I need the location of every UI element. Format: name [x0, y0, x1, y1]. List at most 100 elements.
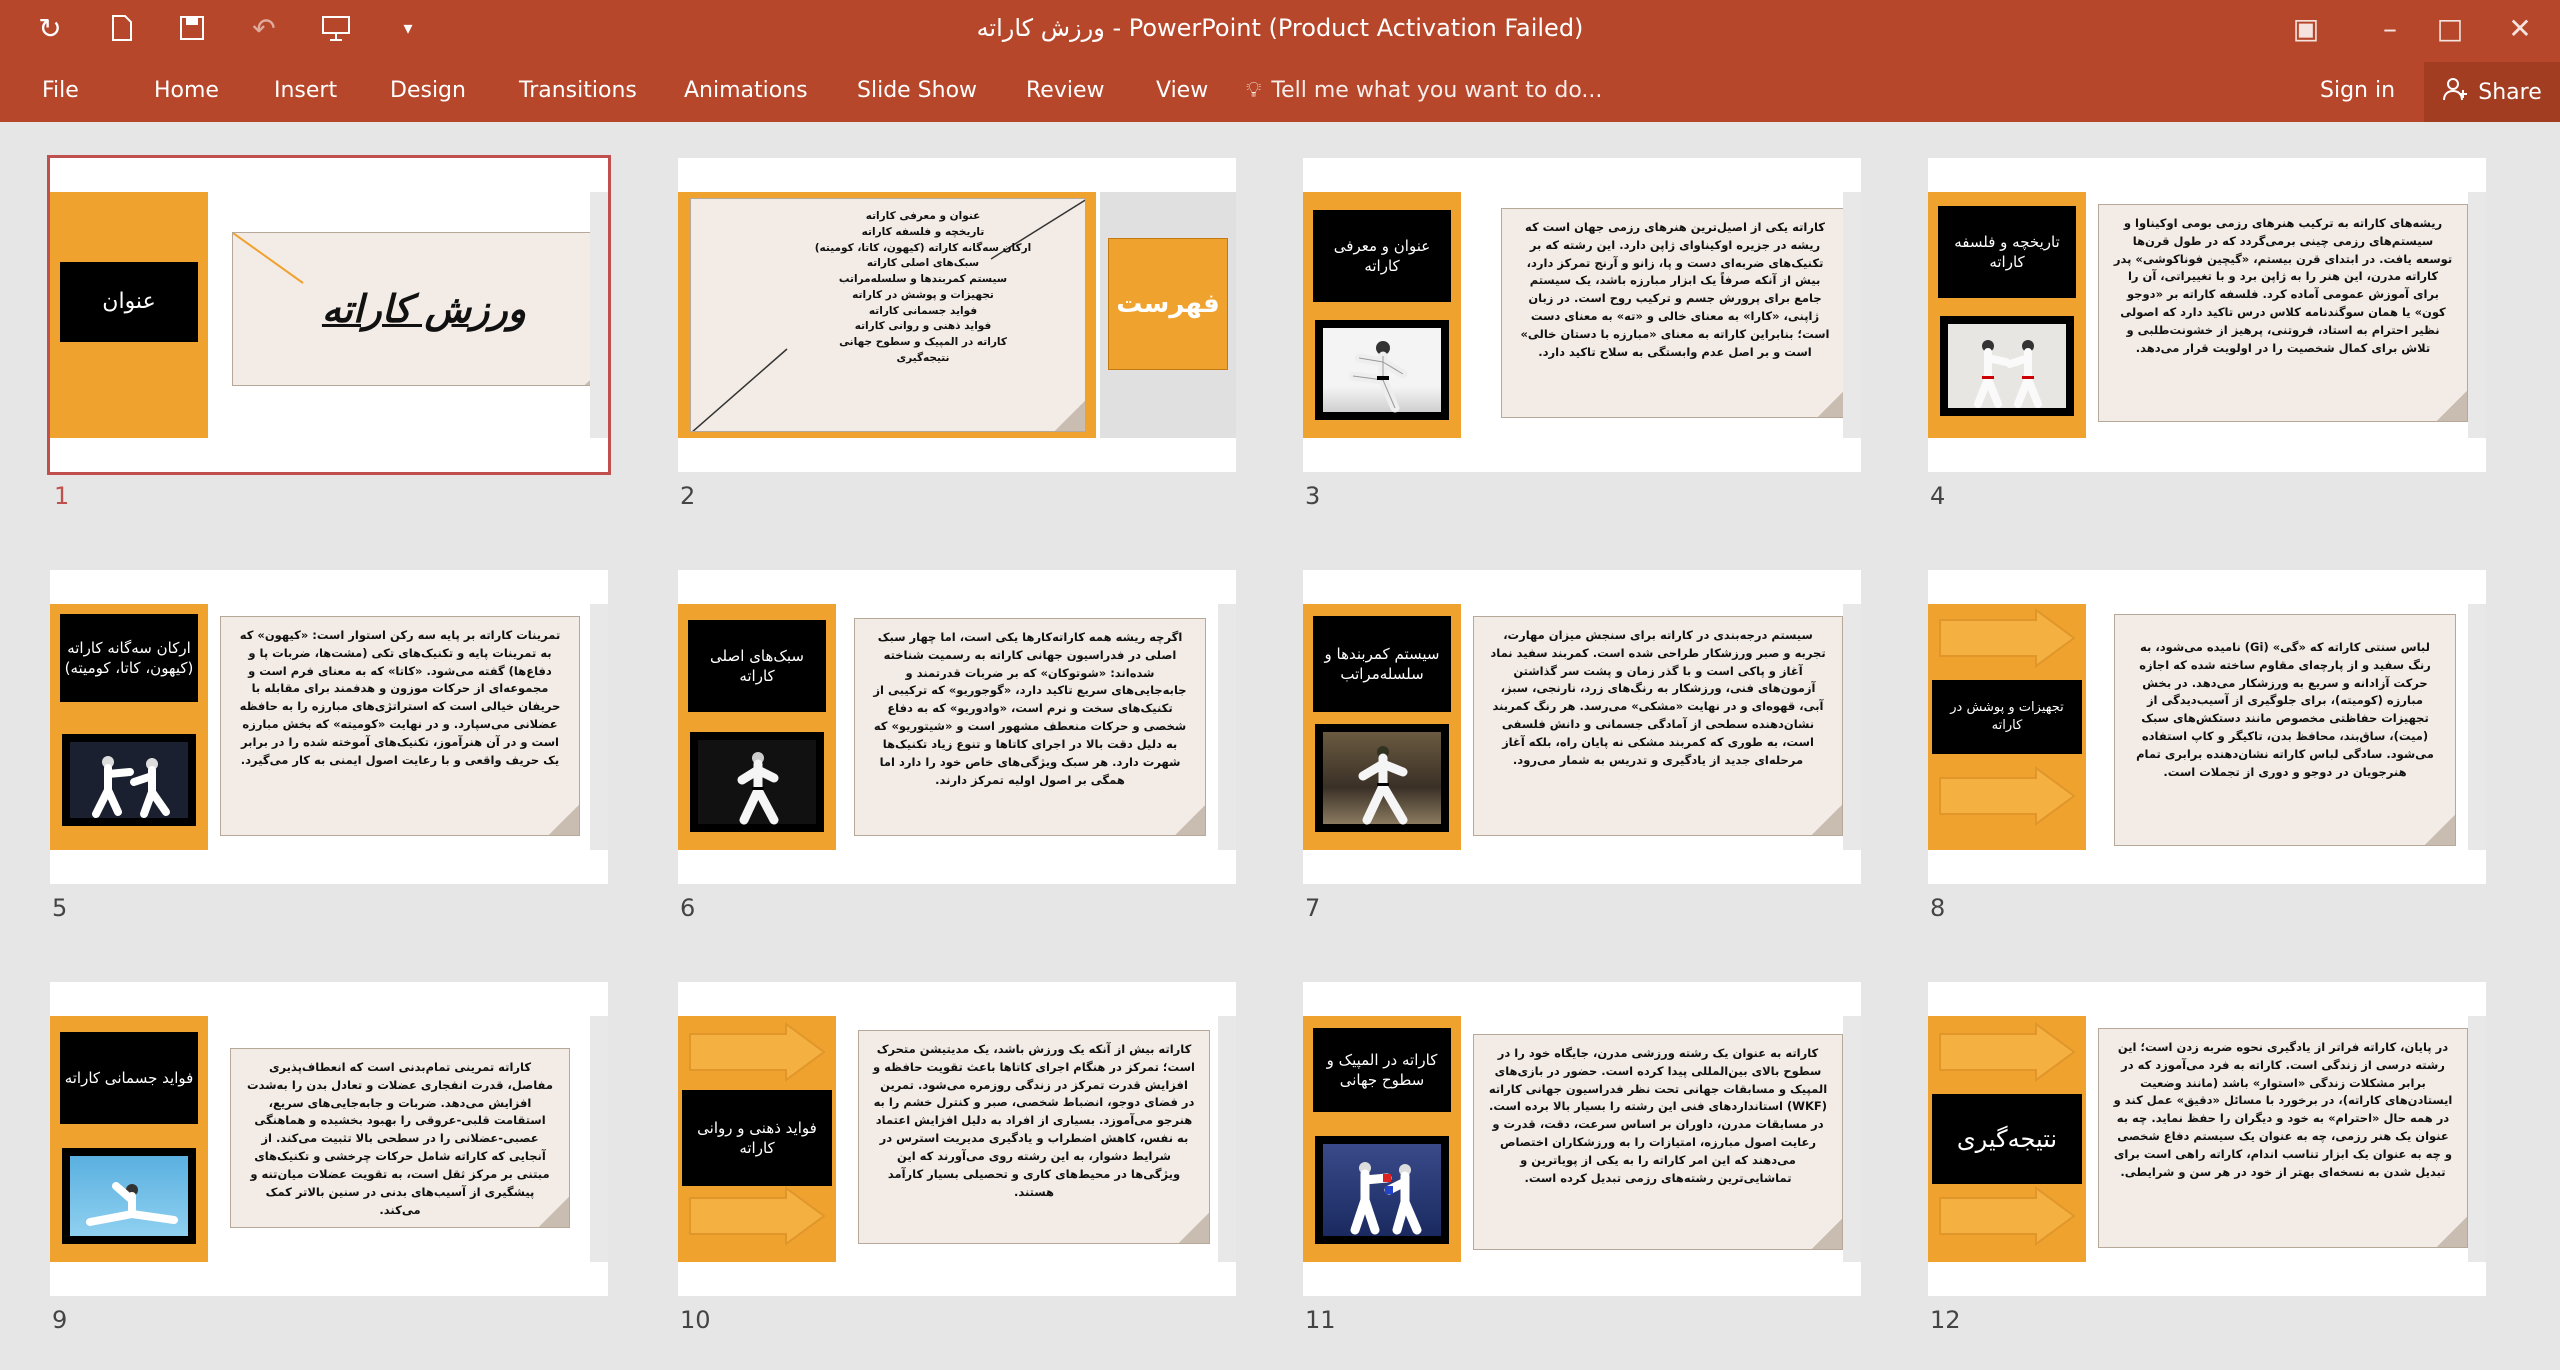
tab-review[interactable]: Review: [1026, 74, 1105, 108]
title-bar: ↻ ↶ ▾ ورزش کاراته - PowerPoint (Product …: [0, 0, 2560, 62]
tab-slide-show[interactable]: Slide Show: [857, 74, 977, 108]
toc-item: ارکان سه‌گانه کاراته (کیهون، کاتا، کومیت…: [814, 241, 1032, 254]
slide-gray-strip: [1843, 604, 1861, 850]
karate-photo: [60, 1146, 198, 1246]
slide-toc-box: عنوان و معرفی کاراته تاریخچه و فلسفه کار…: [690, 198, 1086, 432]
slide-thumbnail[interactable]: عنوان و معرفی کاراته تاریخچه و فلسفه کار…: [678, 158, 1236, 472]
toc-item: سبک‌های اصلی کاراته: [866, 257, 980, 270]
tab-transitions[interactable]: Transitions: [519, 74, 637, 108]
page-curl: [1175, 805, 1205, 835]
tell-me-text: Tell me what you want to do...: [1271, 78, 1603, 103]
slide-label: تجهیزات و پوشش در کاراته: [1932, 680, 2082, 754]
karate-photo: [1313, 318, 1451, 422]
slide-label: فهرست: [1108, 238, 1228, 370]
sign-in-link[interactable]: Sign in: [2320, 74, 2395, 108]
slide-body-text: اگرچه ریشه همه کاراته‌کارها یکی است، اما…: [873, 630, 1187, 787]
slide-body-text: کاراته به عنوان یک رشته ورزشی مدرن، جایگ…: [1488, 1046, 1828, 1185]
slide-text-box: تمرینات کاراته بر پایه سه رکن استوار است…: [220, 616, 580, 836]
slide-text-box: کاراته به عنوان یک رشته ورزشی مدرن، جایگ…: [1473, 1034, 1843, 1250]
slide-number: 1: [54, 482, 70, 510]
tab-design[interactable]: Design: [390, 74, 466, 108]
slide-number: 8: [1930, 894, 1946, 922]
slide-thumbnail[interactable]: کاراته در المپیک و سطوح جهانی کاراته به …: [1303, 982, 1861, 1296]
karate-photo: [60, 732, 198, 828]
slide-gray-strip: [2468, 604, 2486, 850]
slide-thumbnail[interactable]: تاریخچه و فلسفه کاراته ریشه‌های کاراته ب…: [1928, 158, 2486, 472]
slide-label: سبک‌های اصلی کاراته: [688, 620, 826, 712]
slide-text-box: لباس سنتی کاراته که «گی» (Gi) نامیده می‌…: [2114, 614, 2456, 846]
slide-label: نتیجه‌گیری: [1932, 1094, 2082, 1184]
slide-thumbnail[interactable]: نتیجه‌گیری در پایان، کاراته فراتر از یاد…: [1928, 982, 2486, 1296]
slide-label: فواید جسمانی کاراته: [60, 1032, 198, 1124]
slide-number: 2: [680, 482, 696, 510]
arrow-decoration: [689, 1022, 826, 1082]
slide-body-text: ریشه‌های کاراته به ترکیب هنرهای رزمی بوم…: [2113, 216, 2453, 355]
minimize-icon[interactable]: –: [2360, 6, 2420, 50]
tell-me-search[interactable]: 💡︎ Tell me what you want to do...: [1246, 74, 1602, 108]
arrow-decoration: [1939, 766, 2076, 826]
maximize-icon[interactable]: □: [2420, 6, 2480, 50]
tab-view[interactable]: View: [1156, 74, 1208, 108]
slide-thumbnail[interactable]: فواید جسمانی کاراته کاراته تمرینی تمام‌ب…: [50, 982, 608, 1296]
toc-item: عنوان و معرفی کاراته: [865, 210, 981, 222]
slide-label: سیستم کمربندها و سلسله‌مراتب: [1313, 616, 1451, 712]
page-curl: [2437, 391, 2467, 421]
slide-text-box: در پایان، کاراته فراتر از یادگیری نحوه ض…: [2098, 1028, 2468, 1248]
slide-thumbnail[interactable]: ارکان سه‌گانه کاراته (کیهون، کاتا، کومیت…: [50, 570, 608, 884]
slide-text-box: کاراته تمرینی تمام‌بدنی است که انعطاف‌پذ…: [230, 1048, 570, 1228]
slide-text-box: ریشه‌های کاراته به ترکیب هنرهای رزمی بوم…: [2098, 204, 2468, 422]
slide-label: کاراته در المپیک و سطوح جهانی: [1313, 1028, 1451, 1112]
slide-number: 11: [1305, 1306, 1336, 1334]
arrow-decoration: [1939, 1022, 2076, 1082]
page-curl: [1812, 805, 1842, 835]
tab-file[interactable]: File: [42, 74, 79, 108]
slide-thumbnail[interactable]: سیستم کمربندها و سلسله‌مراتب سیستم درجه‌…: [1303, 570, 1861, 884]
person-icon: [2442, 76, 2468, 108]
slide-text-box: کاراته یکی از اصیل‌ترین هنرهای رزمی جهان…: [1501, 208, 1849, 418]
slide-gray-strip: [1843, 192, 1861, 438]
slide-gray-strip: [590, 192, 608, 438]
tab-insert[interactable]: Insert: [274, 74, 337, 108]
slide-gray-strip: [1218, 1016, 1236, 1262]
ribbon-display-icon[interactable]: ▣: [2276, 6, 2336, 50]
slide-gray-strip: [590, 1016, 608, 1262]
slide-label: عنوان و معرفی کاراته: [1313, 210, 1451, 302]
slide-thumbnail[interactable]: سبک‌های اصلی کاراته اگرچه ریشه همه کارات…: [678, 570, 1236, 884]
window-title: ورزش کاراته - PowerPoint (Product Activa…: [976, 14, 1584, 42]
slide-gray-strip: [590, 604, 608, 850]
toc-item: فواید جسمانی کاراته: [868, 304, 978, 317]
toc-item: تجهیزات و پوشش در کاراته: [852, 288, 994, 301]
slide-body-text: تمرینات کاراته بر پایه سه رکن استوار است…: [239, 628, 561, 767]
toc-item: کاراته در المپیک و سطوح جهانی: [839, 336, 1007, 348]
lightbulb-icon: 💡︎: [1246, 78, 1262, 103]
slide-thumbnail[interactable]: تجهیزات و پوشش در کاراته لباس سنتی کارات…: [1928, 570, 2486, 884]
toc-item: سیستم کمربندها و سلسله‌مراتب: [838, 273, 1008, 285]
karate-photo: [1313, 1134, 1451, 1246]
share-button[interactable]: Share: [2424, 62, 2560, 122]
tab-home[interactable]: Home: [154, 74, 219, 108]
arrow-decoration: [689, 1186, 826, 1246]
page-curl: [539, 1197, 569, 1227]
slide-title: ورزش کاراته: [321, 285, 527, 331]
slide-number: 10: [680, 1306, 711, 1334]
slide-thumbnail[interactable]: عنوان و معرفی کاراته کاراته یکی از اصیل‌…: [1303, 158, 1861, 472]
slide-number: 6: [680, 894, 696, 922]
slide-label: ارکان سه‌گانه کاراته (کیهون، کاتا، کومیت…: [60, 614, 198, 702]
page-curl: [1812, 1219, 1842, 1249]
slide-body-text: کاراته یکی از اصیل‌ترین هنرهای رزمی جهان…: [1520, 220, 1830, 359]
slide-gray-strip: [2468, 1016, 2486, 1262]
slide-text-box: سیستم درجه‌بندی در کاراته برای سنجش میزا…: [1473, 616, 1843, 836]
karate-photo: [688, 730, 826, 834]
tab-animations[interactable]: Animations: [684, 74, 808, 108]
toc-item: فواید ذهنی و روانی کاراته: [854, 320, 992, 333]
karate-photo: [1313, 722, 1451, 834]
close-icon[interactable]: ✕: [2490, 6, 2550, 50]
slide-thumbnail[interactable]: عنوان ورزش کاراته: [47, 155, 611, 475]
slide-thumbnail[interactable]: فواید ذهنی و روانی کاراته کاراته بیش از …: [678, 982, 1236, 1296]
slide-number: 4: [1930, 482, 1946, 510]
toc-item: نتیجه‌گیری: [896, 351, 950, 364]
page-curl: [2437, 1217, 2467, 1247]
slide-title-box: ورزش کاراته: [232, 232, 608, 386]
slide-text-box: کاراته بیش از آنکه یک ورزش باشد، یک مدیت…: [858, 1030, 1210, 1244]
share-label: Share: [2478, 79, 2542, 105]
